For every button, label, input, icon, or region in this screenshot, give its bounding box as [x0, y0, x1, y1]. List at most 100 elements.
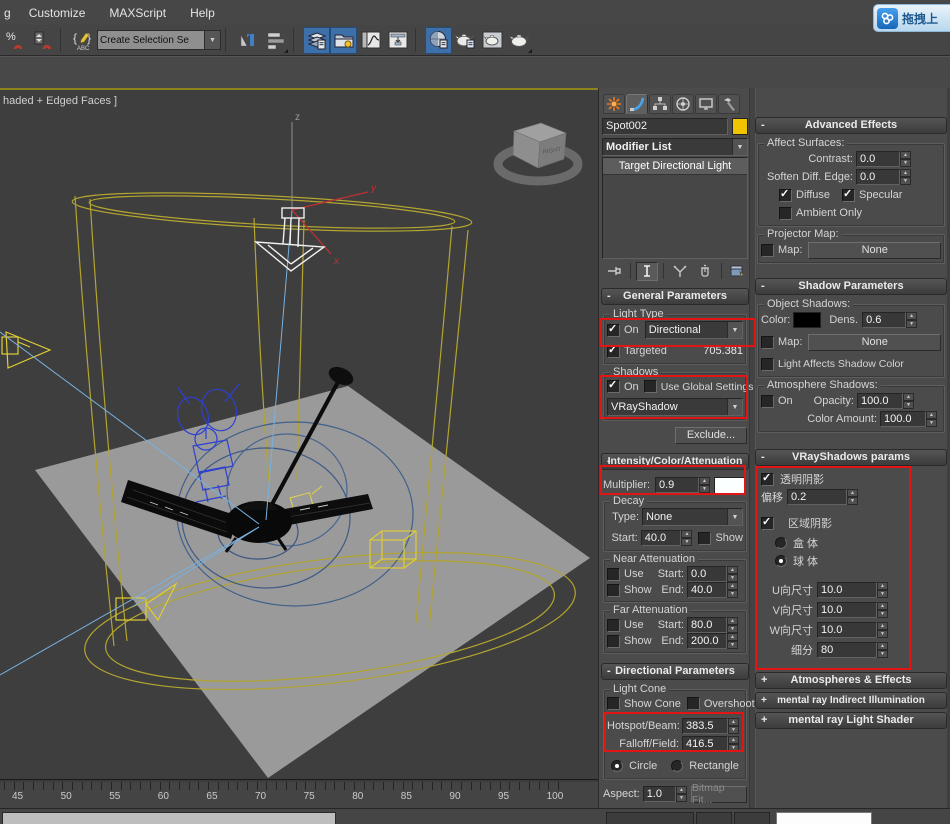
- bias-spinner[interactable]: ▲▼: [847, 489, 858, 505]
- named-selection-sets-icon[interactable]: {}ABC: [70, 27, 97, 54]
- rollout-header[interactable]: -Directional Parameters: [601, 663, 749, 680]
- tab-modify[interactable]: [626, 94, 648, 114]
- multiplier-spinner[interactable]: ▲▼: [699, 477, 710, 493]
- exclude-button[interactable]: Exclude...: [675, 427, 747, 444]
- shadow-map-checkbox[interactable]: [761, 336, 774, 349]
- far-show-checkbox[interactable]: [607, 635, 620, 648]
- render-production-icon[interactable]: [506, 27, 533, 54]
- stack-item-light[interactable]: Target Directional Light: [603, 158, 747, 175]
- targeted-checkbox[interactable]: [607, 345, 620, 358]
- rollout-atmospheres-effects[interactable]: +Atmospheres & Effects: [755, 672, 947, 689]
- tab-create[interactable]: [603, 94, 625, 114]
- soften-spinner[interactable]: ▲▼: [900, 169, 911, 185]
- percent-snap-icon[interactable]: %: [2, 27, 29, 54]
- show-end-result-icon[interactable]: [636, 262, 658, 281]
- graphite-modeling-icon[interactable]: [330, 27, 357, 54]
- decay-type-dropdown[interactable]: None ▼: [642, 508, 743, 526]
- rollout-header[interactable]: -Intensity/Color/Attenuation: [601, 453, 749, 470]
- shadow-type-dropdown[interactable]: VRayShadow ▼: [607, 398, 743, 416]
- modifier-stack[interactable]: Target Directional Light: [602, 157, 748, 259]
- far-use-checkbox[interactable]: [607, 619, 620, 632]
- shadow-map-button[interactable]: None: [808, 334, 941, 351]
- subdivs-spinner[interactable]: ▲▼: [877, 642, 888, 658]
- material-editor-icon[interactable]: [425, 27, 452, 54]
- align-icon[interactable]: [262, 27, 289, 54]
- status-button[interactable]: [734, 812, 770, 824]
- color-amount-field[interactable]: 100.0: [880, 411, 926, 427]
- bias-field[interactable]: 0.2: [787, 489, 847, 505]
- far-start-field[interactable]: 80.0: [687, 617, 727, 633]
- falloff-field[interactable]: 416.5: [682, 736, 728, 752]
- circle-radio[interactable]: [611, 760, 623, 772]
- make-unique-icon[interactable]: [669, 262, 691, 281]
- ambient-only-checkbox[interactable]: [779, 207, 792, 220]
- density-spinner[interactable]: ▲▼: [906, 312, 917, 328]
- rectangle-radio[interactable]: [671, 760, 683, 772]
- aspect-spinner[interactable]: ▲▼: [676, 786, 687, 802]
- rollout-header[interactable]: -Shadow Parameters: [755, 278, 947, 295]
- coordinate-field[interactable]: [776, 812, 872, 824]
- far-end-spinner[interactable]: ▲▼: [727, 633, 738, 649]
- w-size-field[interactable]: 10.0: [817, 622, 877, 638]
- rendered-frame-window-icon[interactable]: [479, 27, 506, 54]
- v-size-field[interactable]: 10.0: [817, 602, 877, 618]
- spinner-snap-icon[interactable]: [29, 27, 56, 54]
- netdisk-overlay[interactable]: 拖拽上: [873, 4, 950, 32]
- near-start-field[interactable]: 0.0: [687, 566, 727, 582]
- mirror-icon[interactable]: [235, 27, 262, 54]
- use-global-settings-checkbox[interactable]: [644, 380, 657, 393]
- shadow-color-swatch[interactable]: [793, 312, 821, 328]
- contrast-spinner[interactable]: ▲▼: [900, 151, 911, 167]
- multiplier-field[interactable]: 0.9: [655, 477, 699, 493]
- color-amount-spinner[interactable]: ▲▼: [926, 411, 937, 427]
- light-on-checkbox[interactable]: [607, 324, 620, 337]
- near-start-spinner[interactable]: ▲▼: [727, 566, 738, 582]
- tab-utilities[interactable]: [718, 94, 740, 114]
- menu-rendering-clipped[interactable]: g: [0, 2, 17, 24]
- pin-stack-icon[interactable]: [603, 262, 625, 281]
- light-type-dropdown[interactable]: Directional ▼: [645, 321, 743, 339]
- viewport-shading-label[interactable]: haded + Edged Faces ]: [3, 95, 117, 107]
- rollout-header[interactable]: -Advanced Effects: [755, 117, 947, 134]
- shadows-on-checkbox[interactable]: [607, 380, 620, 393]
- menu-customize[interactable]: Customize: [17, 2, 98, 24]
- v-size-spinner[interactable]: ▲▼: [877, 602, 888, 618]
- opacity-spinner[interactable]: ▲▼: [903, 393, 914, 409]
- render-setup-icon[interactable]: [452, 27, 479, 54]
- density-field[interactable]: 0.6: [862, 312, 906, 328]
- box-radio[interactable]: [775, 537, 787, 549]
- light-color-swatch[interactable]: [714, 477, 746, 494]
- near-use-checkbox[interactable]: [607, 568, 620, 581]
- perspective-viewport[interactable]: haded + Edged Faces ]: [0, 88, 598, 779]
- near-end-spinner[interactable]: ▲▼: [727, 582, 738, 598]
- tab-hierarchy[interactable]: [649, 94, 671, 114]
- near-show-checkbox[interactable]: [607, 584, 620, 597]
- aspect-field[interactable]: 1.0: [643, 786, 676, 802]
- rollout-header[interactable]: -VRayShadows params: [755, 449, 947, 466]
- modifier-list-dropdown[interactable]: Modifier List ▼: [602, 138, 748, 156]
- w-size-spinner[interactable]: ▲▼: [877, 622, 888, 638]
- overshoot-checkbox[interactable]: [687, 697, 700, 710]
- hotspot-spinner[interactable]: ▲▼: [728, 718, 739, 734]
- status-button[interactable]: [606, 812, 694, 824]
- object-wirecolor-swatch[interactable]: [732, 118, 748, 135]
- area-shadows-checkbox[interactable]: [761, 517, 774, 530]
- selection-set-dropdown-arrow-icon[interactable]: ▼: [205, 30, 221, 50]
- diffuse-checkbox[interactable]: [779, 189, 792, 202]
- selection-set-dropdown[interactable]: Create Selection Se: [97, 30, 205, 50]
- decay-start-field[interactable]: 40.0: [641, 530, 682, 546]
- atmosphere-on-checkbox[interactable]: [761, 395, 774, 408]
- light-affects-checkbox[interactable]: [761, 358, 774, 371]
- falloff-spinner[interactable]: ▲▼: [728, 736, 739, 752]
- projector-map-button[interactable]: None: [808, 242, 941, 259]
- far-start-spinner[interactable]: ▲▼: [727, 617, 738, 633]
- rollout-mentalray-light-shader[interactable]: +mental ray Light Shader: [755, 712, 947, 729]
- rollout-header[interactable]: -General Parameters: [601, 288, 749, 305]
- status-button[interactable]: [696, 812, 732, 824]
- sphere-radio[interactable]: [775, 555, 787, 567]
- projector-map-checkbox[interactable]: [761, 244, 774, 257]
- curve-editor-icon[interactable]: [357, 27, 384, 54]
- show-cone-checkbox[interactable]: [607, 697, 620, 710]
- subdivs-field[interactable]: 80: [817, 642, 877, 658]
- decay-show-checkbox[interactable]: [698, 532, 711, 545]
